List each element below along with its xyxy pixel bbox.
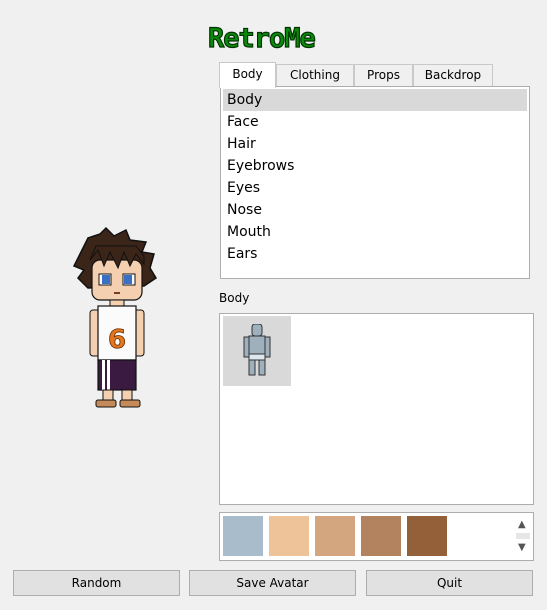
shirt-number: 6 <box>108 325 126 355</box>
app-logo: RetroMe <box>206 22 338 54</box>
list-item-mouth[interactable]: Mouth <box>223 221 527 243</box>
logo-text: RetroMe <box>208 23 316 52</box>
list-item-nose[interactable]: Nose <box>223 199 527 221</box>
color-swatch[interactable] <box>269 516 309 556</box>
swatch-scrollbar[interactable]: ▲ ▼ <box>513 513 533 560</box>
list-item-eyes[interactable]: Eyes <box>223 177 527 199</box>
color-swatch[interactable] <box>223 516 263 556</box>
save-avatar-button[interactable]: Save Avatar <box>189 570 356 596</box>
avatar-preview: 6 <box>70 226 165 411</box>
color-swatch-panel: ▲ ▼ <box>219 512 534 561</box>
color-swatch[interactable] <box>407 516 447 556</box>
body-option-thumbnail[interactable] <box>223 316 291 386</box>
section-label: Body <box>219 291 250 305</box>
list-item-hair[interactable]: Hair <box>223 133 527 155</box>
body-part-list[interactable]: Body Face Hair Eyebrows Eyes Nose Mouth … <box>220 86 530 279</box>
quit-button[interactable]: Quit <box>366 570 533 596</box>
list-item-ears[interactable]: Ears <box>223 243 527 265</box>
scroll-down-icon[interactable]: ▼ <box>518 543 526 553</box>
list-item-eyebrows[interactable]: Eyebrows <box>223 155 527 177</box>
tab-backdrop[interactable]: Backdrop <box>413 64 493 86</box>
color-swatch[interactable] <box>315 516 355 556</box>
body-silhouette-icon <box>243 324 271 376</box>
list-item-face[interactable]: Face <box>223 111 527 133</box>
option-grid <box>219 313 534 505</box>
color-swatch[interactable] <box>361 516 401 556</box>
tab-body[interactable]: Body <box>219 62 276 88</box>
random-button[interactable]: Random <box>13 570 180 596</box>
tab-props[interactable]: Props <box>354 64 413 86</box>
scroll-up-icon[interactable]: ▲ <box>518 520 526 530</box>
tab-clothing[interactable]: Clothing <box>276 64 354 86</box>
list-item-body[interactable]: Body <box>223 89 527 111</box>
scroll-track[interactable] <box>516 533 530 539</box>
